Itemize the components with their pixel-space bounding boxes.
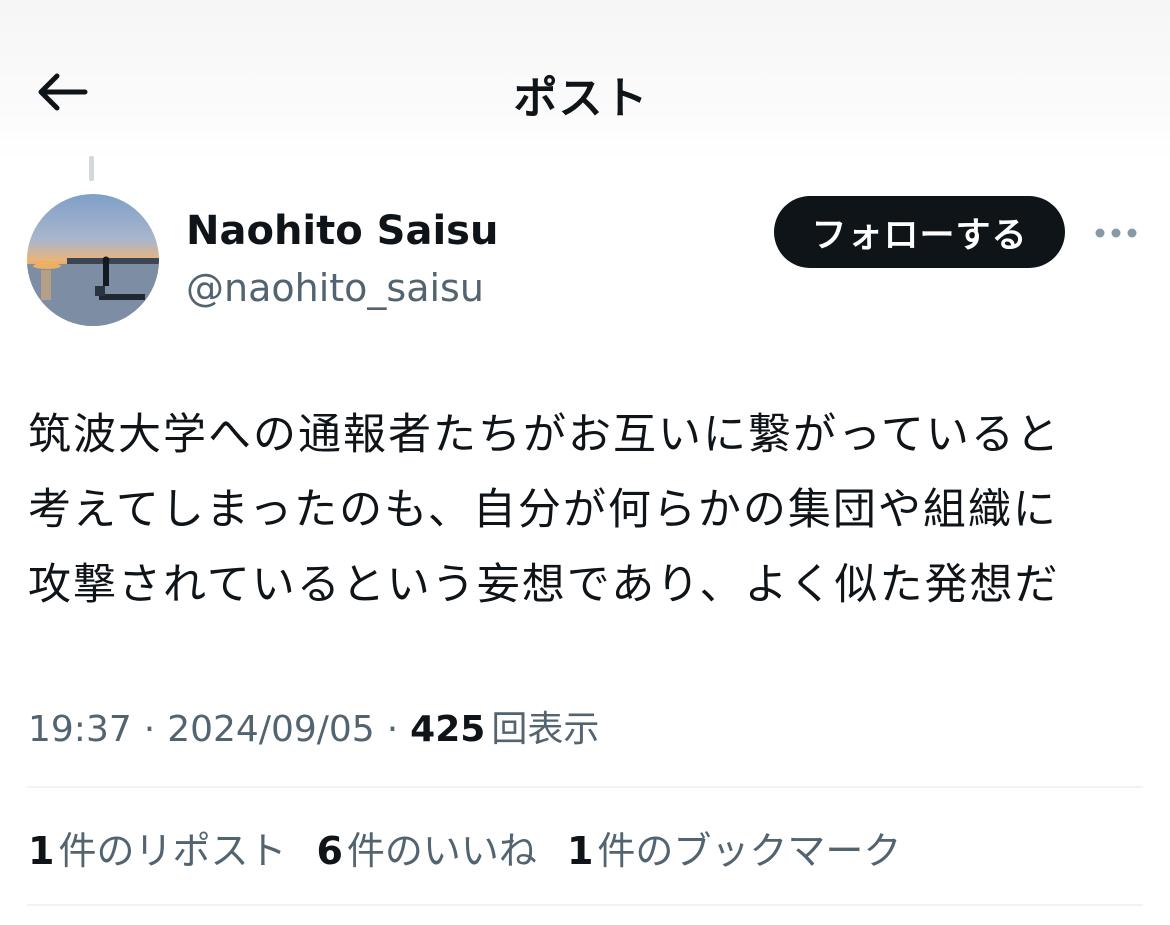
divider bbox=[27, 786, 1143, 788]
avatar-sunset-image bbox=[27, 194, 159, 326]
post-body: 筑波大学への通報者たちがお互いに繋がっていると 考えてしまったのも、自分が何らか… bbox=[28, 398, 1148, 623]
reposts-label: 件のリポスト bbox=[58, 829, 287, 873]
likes-count: 6 bbox=[316, 829, 343, 873]
views-label: 回表示 bbox=[491, 709, 600, 750]
post-time[interactable]: 19:37 bbox=[28, 709, 132, 750]
page-title: ポスト bbox=[513, 73, 649, 124]
likes-label: 件のいいね bbox=[346, 829, 537, 873]
likes-stat[interactable]: 6 件のいいね bbox=[316, 820, 536, 875]
top-navigation-bar: ポスト bbox=[0, 0, 1170, 160]
follow-button[interactable]: フォローする bbox=[774, 196, 1065, 268]
author-display-name[interactable]: Naohito Saisu bbox=[186, 208, 498, 254]
engagement-stats: 1 件のリポスト 6 件のいいね 1 件のブックマーク bbox=[28, 820, 931, 875]
more-horizontal-icon bbox=[1095, 228, 1137, 238]
post-text-line: 考えてしまったのも、自分が何らかの集団や組織に bbox=[28, 485, 1058, 535]
bookmarks-label: 件のブックマーク bbox=[597, 829, 902, 873]
meta-separator: · bbox=[143, 709, 156, 750]
author-handle[interactable]: @naohito_saisu bbox=[186, 266, 484, 310]
views-count: 425 bbox=[410, 709, 486, 750]
post-text-line: 攻撃されているという妄想であり、よく似た発想だ bbox=[28, 560, 1060, 610]
post-date[interactable]: 2024/09/05 bbox=[167, 709, 375, 750]
divider bbox=[27, 904, 1143, 906]
post-text-line: 筑波大学への通報者たちがお互いに繋がっていると bbox=[28, 410, 1061, 460]
reposts-stat[interactable]: 1 件のリポスト bbox=[28, 820, 286, 875]
bookmarks-stat[interactable]: 1 件のブックマーク bbox=[567, 820, 901, 875]
post-metadata: 19:37 · 2024/09/05 · 425 回表示 bbox=[28, 700, 599, 752]
more-button[interactable] bbox=[1090, 213, 1142, 253]
meta-separator: · bbox=[386, 709, 399, 750]
reposts-count: 1 bbox=[28, 829, 55, 873]
thread-connector-line bbox=[89, 156, 94, 181]
bookmarks-count: 1 bbox=[566, 829, 594, 873]
avatar[interactable] bbox=[27, 194, 159, 326]
